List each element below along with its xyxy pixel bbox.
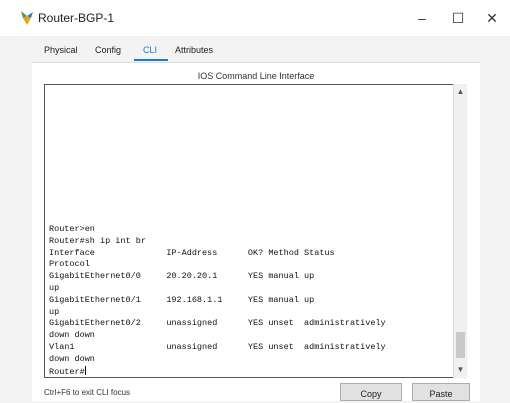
router-window: Router-BGP-1 – ☐ ✕ Physical Config CLI A…	[0, 0, 510, 403]
scroll-up-icon[interactable]: ▲	[454, 86, 467, 98]
terminal-line: GigabitEthernet0/1 192.168.1.1 YES manua…	[49, 294, 315, 305]
tab-attributes[interactable]: Attributes	[175, 40, 213, 60]
terminal-line: down down	[49, 330, 95, 341]
paste-button[interactable]: Paste	[412, 383, 470, 401]
tab-physical[interactable]: Physical	[44, 40, 78, 60]
text-cursor	[84, 365, 86, 375]
terminal-scrollbar[interactable]: ▲ ▼	[453, 84, 467, 378]
terminal-line: Router>en	[49, 224, 95, 234]
tab-cli[interactable]: CLI	[143, 40, 157, 60]
copy-button[interactable]: Copy	[340, 383, 402, 401]
terminal-line: GigabitEthernet0/2 unassigned YES unset …	[49, 318, 386, 329]
terminal-line: Router#sh ip int br	[49, 235, 146, 246]
terminal-line: down down	[49, 353, 95, 364]
window-title: Router-BGP-1	[38, 11, 115, 25]
tab-config[interactable]: Config	[95, 40, 121, 60]
minimize-icon[interactable]: –	[408, 6, 436, 30]
terminal-line: Interface IP-Address OK? Method Status	[49, 247, 335, 258]
terminal-line: up	[49, 306, 60, 317]
scroll-thumb[interactable]	[456, 332, 465, 358]
terminal-line: Protocol	[49, 259, 90, 270]
scroll-down-icon[interactable]: ▼	[454, 364, 467, 376]
terminal-line: up	[49, 282, 60, 293]
terminal-line: Vlan1 unassigned YES unset administrativ…	[49, 341, 386, 352]
cli-terminal[interactable]: Router>en Router#sh ip int br Interface IP…	[44, 84, 467, 378]
terminal-line: GigabitEthernet0/0 20.20.20.1 YES manual…	[49, 271, 315, 282]
router-app-icon	[18, 9, 36, 27]
panel-title: IOS Command Line Interface	[197, 71, 315, 81]
cli-focus-hint: Ctrl+F6 to exit CLI focus	[44, 388, 131, 397]
terminal-line: Router#	[49, 365, 86, 377]
terminal-output: Router>en Router#sh ip int br Interface IP…	[49, 224, 454, 378]
close-icon[interactable]: ✕	[478, 6, 506, 30]
maximize-icon[interactable]: ☐	[444, 6, 472, 30]
active-tab-indicator	[134, 59, 168, 61]
title-bar: Router-BGP-1 – ☐ ✕	[0, 0, 510, 36]
